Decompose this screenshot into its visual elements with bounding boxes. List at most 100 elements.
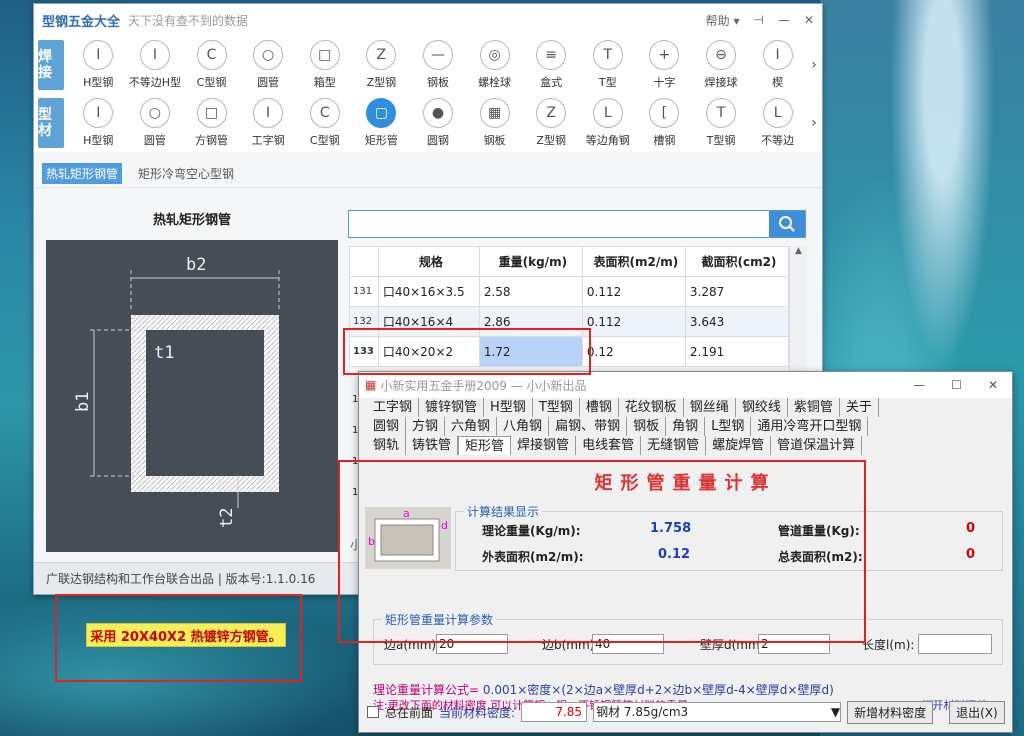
material-tab[interactable]: 工字钢 (367, 398, 420, 417)
subtab-hot-rolled[interactable]: 热轧矩形钢管 (42, 163, 123, 184)
material-tab[interactable]: T型钢 (533, 398, 580, 417)
material-select[interactable]: 钢材 7.85g/cm3 ▼ (593, 702, 842, 722)
profile-item[interactable]: T T型钢 (693, 98, 750, 148)
material-tab[interactable]: 角钢 (666, 417, 706, 436)
col-area[interactable]: 截面积(cm2) (684, 246, 790, 277)
search-icon (779, 216, 795, 232)
material-tab[interactable]: 钢丝绳 (684, 398, 736, 417)
search-input[interactable] (349, 211, 769, 237)
always-front-checkbox[interactable] (367, 706, 379, 718)
profile-item[interactable]: I楔 (749, 40, 806, 90)
minimize-icon[interactable]: — (778, 13, 790, 27)
material-tab[interactable]: 紫铜管 (788, 398, 840, 417)
col-weight[interactable]: 重量(kg/m) (478, 246, 583, 277)
minimize-icon[interactable]: — (913, 378, 925, 392)
profile-shape-icon: ▢ (366, 98, 397, 128)
material-tab[interactable]: 槽钢 (580, 398, 619, 417)
profile-item[interactable]: Z Z型钢 (523, 98, 580, 148)
pin-icon[interactable]: ⊣ (753, 13, 763, 27)
exit-button[interactable]: 退出(X) (949, 700, 1005, 724)
chevron-down-icon: ▼ (830, 705, 841, 719)
close-icon[interactable]: ✕ (804, 13, 814, 27)
profile-shape-icon: I (762, 40, 793, 70)
profile-item[interactable]: I 工字钢 (240, 98, 297, 148)
pipe-weight-value: 0 (966, 521, 976, 536)
category-row-welded: 焊接 I H型钢 I 不等边H型 C C型钢 ○ 圆管 □ 箱型 Z Z型钢 — 钢板 ◎ 螺栓球 ≡ 盒式 T T型… (34, 36, 822, 94)
section-diagram: b2 t1 b1 t2 (46, 240, 338, 552)
profile-item[interactable]: ▦ 钢板 (466, 98, 523, 148)
length-input[interactable] (918, 634, 992, 654)
material-tab[interactable]: 圆钢 (367, 417, 407, 436)
material-tab[interactable]: 关于 (840, 398, 879, 417)
label-b2: b2 (186, 255, 206, 275)
category-label-profile[interactable]: 型材 (38, 98, 64, 148)
profile-shape-icon: I (83, 98, 114, 128)
material-tab[interactable]: 花纹钢板 (619, 398, 684, 417)
table-row[interactable]: 131 口40×16×3.5 2.58 0.112 3.287 (349, 276, 790, 307)
material-tab[interactable]: 钢板 (627, 417, 667, 436)
profile-item[interactable]: ⊖ 焊接球 (693, 40, 750, 90)
profile-item[interactable]: Z Z型钢 (353, 40, 410, 90)
density-input[interactable]: 7.85 (521, 702, 588, 722)
profile-shape-icon: ○ (253, 40, 284, 70)
material-tab[interactable]: 焊接钢管 (511, 436, 577, 455)
title-bar: 型钢五金大全 天下没有查不到的数据 帮助 ▾ ⊣ — ✕ (34, 4, 822, 36)
category-label-welded[interactable]: 焊接 (38, 40, 64, 90)
profile-item[interactable]: I H型钢 (70, 98, 127, 148)
profile-item[interactable]: ≡ 盒式 (523, 40, 580, 90)
material-tab[interactable]: 电线套管 (576, 436, 642, 455)
profile-item[interactable]: I H型钢 (70, 40, 127, 90)
profile-shape-icon: C (309, 98, 340, 128)
maximize-icon[interactable]: ☐ (951, 378, 962, 392)
close-icon[interactable]: ✕ (988, 378, 998, 392)
profile-item[interactable]: ◎ 螺栓球 (466, 40, 523, 90)
profile-item[interactable]: L 不等边 (749, 98, 806, 148)
profile-item-label: 矩形管 (364, 134, 398, 147)
profile-item[interactable]: [槽钢 (636, 98, 693, 148)
chevron-right-icon[interactable]: › (806, 115, 822, 131)
profile-item[interactable]: C C型钢 (296, 98, 353, 148)
profile-item[interactable]: ● 圆钢 (410, 98, 467, 148)
material-tab[interactable]: 镀锌钢管 (419, 398, 485, 417)
chevron-right-icon[interactable]: › (806, 57, 822, 73)
tab-row-2: 圆钢 方钢 六角钢 八角钢 扁钢、带钢 钢板 角钢 L型钢 通用冷弯开口型钢 (359, 417, 1012, 436)
material-tab[interactable]: 六角钢 (445, 417, 498, 436)
profile-shape-icon: + (649, 40, 680, 70)
material-tab[interactable]: 钢轨 (367, 436, 407, 455)
profile-item[interactable]: I 不等边H型 (127, 40, 184, 90)
material-tab[interactable]: 螺旋焊管 (706, 436, 772, 455)
subtab-cold-formed[interactable]: 矩形冷弯空心型钢 (134, 163, 238, 184)
profile-shape-icon: L (762, 98, 793, 128)
density-label: 当前材料密度: (439, 705, 516, 720)
profile-item[interactable]: + 十字 (636, 40, 693, 90)
profile-item[interactable]: □ 箱型 (296, 40, 353, 90)
material-tab[interactable]: 方钢 (406, 417, 446, 436)
welded-icon-list: I H型钢 I 不等边H型 C C型钢 ○ 圆管 □ 箱型 Z Z型钢 — 钢板 ◎ 螺栓球 ≡ 盒式 T T型 + 十字… (70, 40, 806, 90)
add-density-button[interactable]: 新增材料密度 (847, 700, 934, 724)
material-tab[interactable]: 矩形管 (458, 436, 512, 455)
material-tab[interactable]: 通用冷弯开口型钢 (751, 417, 869, 436)
profile-item[interactable]: ▢ 矩形管 (353, 98, 410, 148)
material-tab[interactable]: 管道保温计算 (771, 436, 863, 455)
material-tab[interactable]: L型钢 (705, 417, 752, 436)
profile-item[interactable]: □ 方钢管 (183, 98, 240, 148)
material-tab[interactable]: H型钢 (484, 398, 533, 417)
profile-item[interactable]: L 等边角钢 (579, 98, 636, 148)
profile-item[interactable]: — 钢板 (410, 40, 467, 90)
help-menu[interactable]: 帮助 ▾ (706, 12, 740, 29)
material-tab[interactable]: 钢绞线 (736, 398, 788, 417)
profile-item[interactable]: C C型钢 (183, 40, 240, 90)
scroll-up-icon[interactable]: ▲ (790, 246, 807, 256)
material-tab[interactable]: 扁钢、带钢 (549, 417, 628, 436)
material-tab[interactable]: 铸铁管 (406, 436, 459, 455)
profile-item[interactable]: ○ 圆管 (240, 40, 297, 90)
search-button[interactable] (769, 211, 805, 237)
profile-item-label: Z型钢 (366, 76, 397, 89)
material-tab[interactable]: 八角钢 (497, 417, 550, 436)
col-spec[interactable]: 规格 (377, 246, 480, 277)
profile-shape-icon: □ (309, 40, 340, 70)
profile-item[interactable]: ○ 圆管 (127, 98, 184, 148)
profile-item[interactable]: T T型 (579, 40, 636, 90)
col-surface[interactable]: 表面积(m2/m) (581, 246, 686, 277)
material-tab[interactable]: 无缝钢管 (641, 436, 707, 455)
